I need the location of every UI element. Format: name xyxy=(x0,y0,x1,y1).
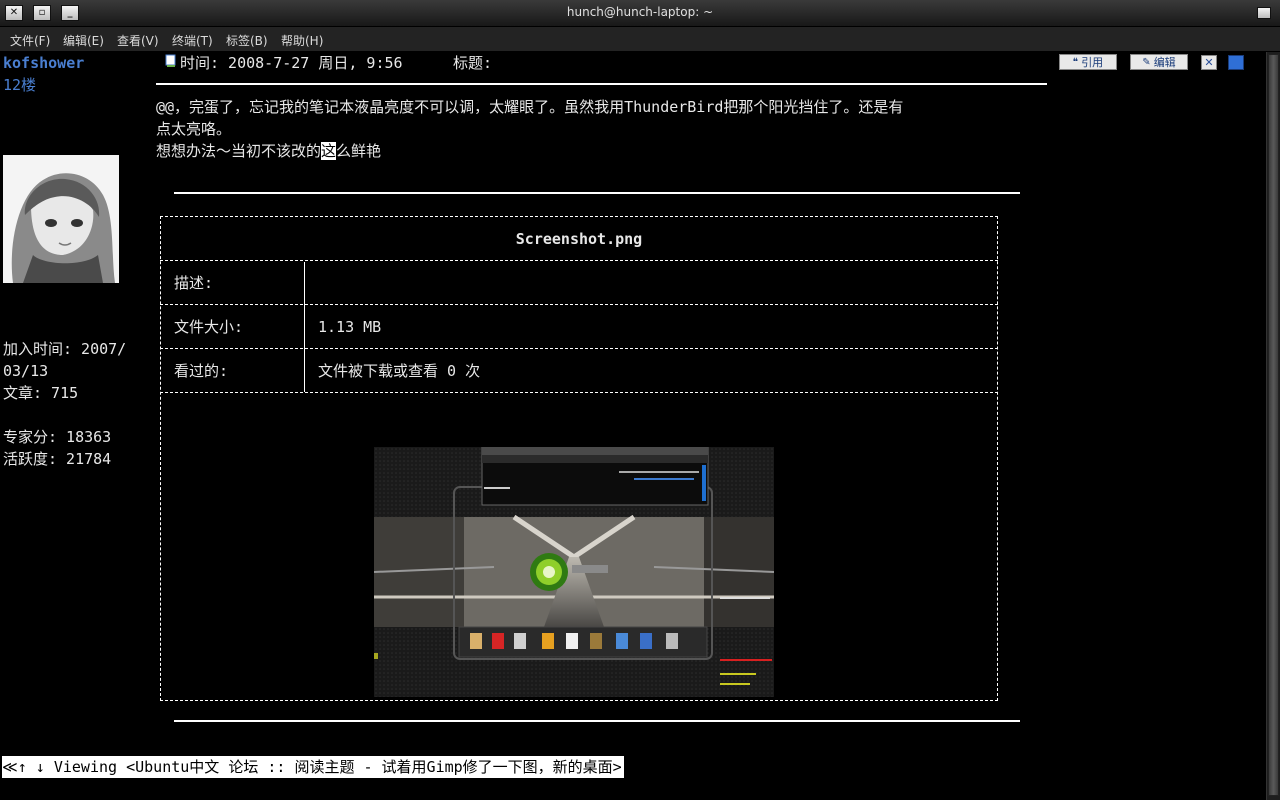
window-titlebar: ✕ ▫ _ hunch@hunch-laptop: ~ xyxy=(0,0,1280,27)
post-body-line2: 点太亮咯。 xyxy=(156,120,232,138)
window-title: hunch@hunch-laptop: ~ xyxy=(566,5,714,19)
attachment-border-left xyxy=(160,216,161,701)
post-body-line3: 想想办法～当初不该改的这么鲜艳 xyxy=(156,141,381,161)
user-join-date: 加入时间: 2007/ xyxy=(3,340,127,358)
text-cursor: 这 xyxy=(321,142,337,160)
attachment-column-divider xyxy=(304,262,305,392)
post-body-text: 想想办法～当初不该改的 xyxy=(156,142,322,160)
attachment-desc-label: 描述: xyxy=(174,274,214,292)
restore-icon[interactable] xyxy=(1257,7,1271,19)
status-bar: ≪↑ ↓ Viewing <Ubuntu中文 论坛 :: 阅读主题 - 试着用G… xyxy=(2,756,624,778)
attachment-row-divider xyxy=(160,392,998,393)
menu-view[interactable]: 查看(V) xyxy=(117,32,159,49)
post-header-divider xyxy=(156,83,1047,85)
post-floor[interactable]: 12楼 xyxy=(3,75,36,95)
menubar: 文件(F) 编辑(E) 查看(V) 终端(T) 标签(B) 帮助(H) xyxy=(0,27,1280,52)
attachment-border-top xyxy=(160,216,998,217)
menu-help[interactable]: 帮助(H) xyxy=(281,32,323,49)
post-body-text-end: 么鲜艳 xyxy=(336,142,382,160)
post-time: 时间: 2008-7-27 周日, 9:56 xyxy=(180,54,403,72)
quote-button[interactable]: ❝ 引用 xyxy=(1059,54,1117,70)
quote-icon: ❝ xyxy=(1072,56,1079,68)
attachment-border-bottom xyxy=(160,700,998,701)
menu-tabs[interactable]: 标签(B) xyxy=(226,32,268,49)
scrollbar-thumb[interactable] xyxy=(1268,54,1279,796)
avatar xyxy=(3,155,119,283)
post-author[interactable]: kofshower xyxy=(3,53,84,73)
menu-edit[interactable]: 编辑(E) xyxy=(63,32,104,49)
user-activity: 活跃度: 21784 xyxy=(3,450,112,468)
quote-button-label: 引用 xyxy=(1081,56,1104,69)
attachment-bottom-rule xyxy=(174,720,1020,722)
attachment-filename[interactable]: Screenshot.png xyxy=(160,229,998,249)
attachment-row-divider xyxy=(160,348,998,349)
attachment-border-right xyxy=(997,216,998,701)
terminal-scrollbar[interactable] xyxy=(1266,52,1280,800)
edit-icon: ✎ xyxy=(1142,56,1151,68)
user-post-count: 文章: 715 xyxy=(3,384,79,402)
menu-terminal[interactable]: 终端(T) xyxy=(172,32,213,49)
attachment-size-value: 1.13 MB xyxy=(318,318,382,336)
edit-button-label: 编辑 xyxy=(1153,56,1176,69)
user-join-date-cont: 03/13 xyxy=(3,362,49,380)
delete-icon[interactable]: ✕ xyxy=(1201,55,1217,70)
attachment-row-divider xyxy=(160,304,998,305)
attachment-image[interactable] xyxy=(374,447,774,697)
post-icon[interactable] xyxy=(164,54,178,68)
user-expert-score: 专家分: 18363 xyxy=(3,428,112,446)
attachment-row-divider xyxy=(160,260,998,261)
attachment-top-rule xyxy=(174,192,1020,194)
attachment-size-label: 文件大小: xyxy=(174,318,244,336)
post-title-label: 标题: xyxy=(453,54,493,72)
attachment-views-label: 看过的: xyxy=(174,362,229,380)
attachment-views-value: 文件被下载或查看 0 次 xyxy=(318,362,481,380)
ip-icon[interactable] xyxy=(1228,55,1244,70)
edit-button[interactable]: ✎ 编辑 xyxy=(1130,54,1188,70)
post-body-line1: @@，完蛋了，忘记我的笔记本液晶亮度不可以调，太耀眼了。虽然我用ThunderB… xyxy=(156,98,904,116)
menu-file[interactable]: 文件(F) xyxy=(10,32,50,49)
